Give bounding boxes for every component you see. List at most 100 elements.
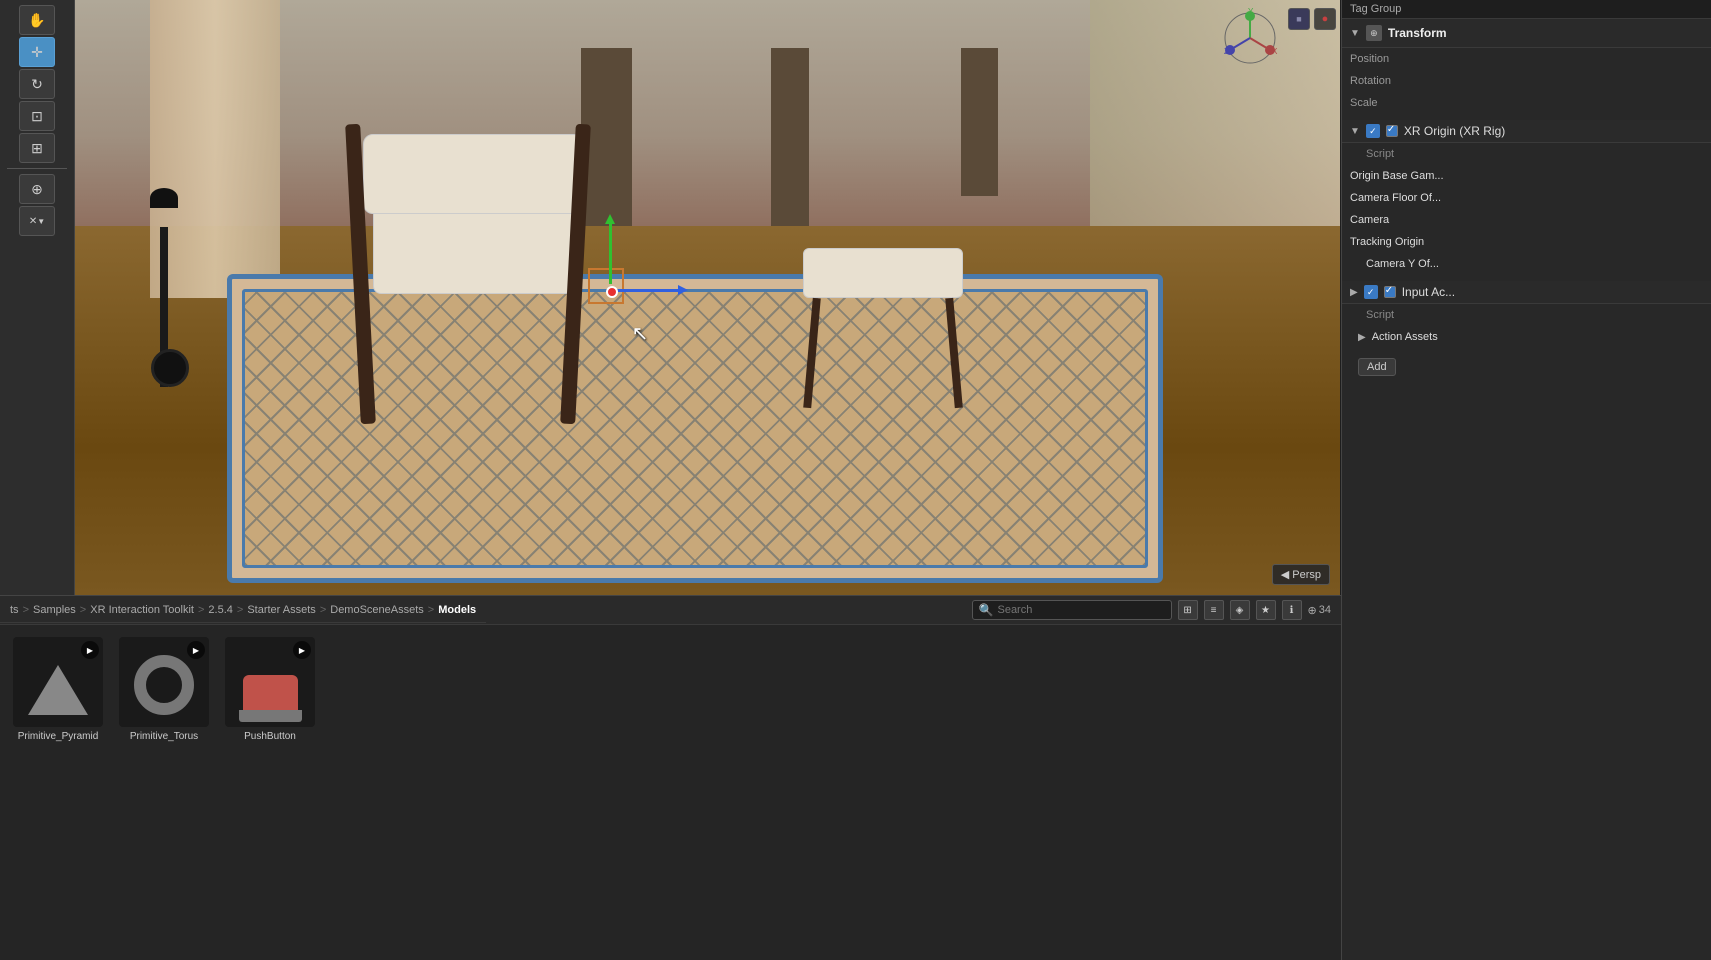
breadcrumb-sep-1: > [23, 604, 29, 616]
svg-text:X: X [1272, 47, 1278, 56]
assets-grid: ▶ Primitive_Pyramid ▶ Primitive_Torus ▶ … [0, 625, 1341, 754]
list-item[interactable]: ▶ Primitive_Pyramid [8, 633, 108, 746]
search-bar[interactable]: 🔍 [972, 600, 1172, 620]
play-btn-torus[interactable]: ▶ [187, 641, 205, 659]
input-ac-checkbox[interactable] [1384, 286, 1396, 298]
input-ac-blue-icon: ✓ [1364, 285, 1378, 299]
beam-right2 [961, 48, 999, 197]
zoom-controls: ⊕ 34 [1308, 604, 1331, 617]
breadcrumb-sep-3: > [198, 604, 204, 616]
xr-origin-expand[interactable] [1350, 126, 1360, 137]
breadcrumb-models[interactable]: Models [438, 604, 476, 616]
globe-tool-button[interactable]: ⊕ [19, 174, 55, 204]
stool-leg1 [804, 298, 822, 408]
search-icon: 🔍 [979, 603, 994, 617]
camera-label: Camera [1350, 214, 1389, 226]
xr-origin-title: XR Origin (XR Rig) [1404, 124, 1505, 138]
origin-base-label: Origin Base Gam... [1350, 170, 1444, 182]
scale-label: Scale [1350, 97, 1430, 109]
camera-y-row: Camera Y Of... [1342, 253, 1711, 275]
selection-box [588, 268, 624, 304]
input-script-label: Script [1350, 307, 1410, 323]
gizmo-y-arrow [605, 214, 615, 224]
globe-icon: ⊕ [31, 181, 43, 198]
breadcrumb-version[interactable]: 2.5.4 [208, 604, 232, 616]
add-component-button[interactable]: Add [1358, 358, 1396, 376]
bottom-toolbar-icons: ⊞ ≡ ◈ ★ ℹ [1178, 600, 1302, 620]
transform-title: Transform [1388, 26, 1447, 40]
rotate-tool-button[interactable]: ↻ [19, 69, 55, 99]
input-ac-expand[interactable] [1350, 287, 1358, 298]
rect-tool-button[interactable]: ⊞ [19, 133, 55, 163]
input-script-row: Script [1342, 304, 1711, 326]
extra-icon: ✕ [29, 216, 37, 227]
camera-floor-row: Camera Floor Of... [1342, 187, 1711, 209]
scene-background: ↖ [75, 0, 1340, 595]
list-item[interactable]: ▶ PushButton [220, 633, 320, 746]
breadcrumb-starter[interactable]: Starter Assets [247, 604, 315, 616]
scale-row: Scale [1342, 92, 1711, 114]
curtain-left [150, 0, 280, 298]
star-button[interactable]: ★ [1256, 600, 1276, 620]
persp-button[interactable]: ◀ Persp [1272, 564, 1330, 585]
stool-leg2 [946, 298, 964, 408]
breadcrumb-sep-6: > [428, 604, 434, 616]
cursor: ↖ [632, 321, 649, 346]
input-ac-header: ✓ Input Ac... [1342, 281, 1711, 304]
extra-tool-button[interactable]: ✕ ▼ [19, 206, 55, 236]
action-assets-expand[interactable] [1358, 332, 1366, 343]
transform-gizmo-container [606, 286, 618, 298]
scene-controls: ■ ● [1288, 8, 1336, 30]
breadcrumb-sep-2: > [80, 604, 86, 616]
search-input[interactable] [997, 604, 1164, 616]
list-view-button[interactable]: ≡ [1204, 600, 1224, 620]
move-icon: ✛ [31, 44, 43, 61]
breadcrumb-demo[interactable]: DemoSceneAssets [330, 604, 424, 616]
hand-icon: ✋ [28, 12, 45, 29]
list-item[interactable]: ▶ Primitive_Torus [114, 633, 214, 746]
play-btn-pyramid[interactable]: ▶ [81, 641, 99, 659]
chair-back-cushion [363, 134, 583, 214]
lamp-head [150, 188, 178, 208]
xr-script-row: Script [1342, 143, 1711, 165]
hand-tool-button[interactable]: ✋ [19, 5, 55, 35]
torus-shape [134, 655, 194, 715]
action-assets-label: Action Assets [1372, 331, 1438, 343]
rect-icon: ⊞ [31, 140, 43, 157]
zoom-label: 34 [1319, 604, 1331, 616]
scale-tool-button[interactable]: ⊡ [19, 101, 55, 131]
input-ac-header-inner: ✓ Input Ac... [1350, 285, 1703, 299]
toolbar-separator [7, 168, 66, 169]
info-button[interactable]: ℹ [1282, 600, 1302, 620]
position-row: Position [1342, 48, 1711, 70]
transform-expand-arrow[interactable] [1350, 28, 1360, 39]
xr-origin-checkbox[interactable] [1386, 125, 1398, 137]
scene-ctrl-2[interactable]: ● [1314, 8, 1336, 30]
camera-y-label: Camera Y Of... [1350, 258, 1439, 270]
position-label: Position [1350, 53, 1430, 65]
xr-origin-header-inner: ✓ XR Origin (XR Rig) [1350, 124, 1703, 138]
persp-label: ◀ Persp [1281, 569, 1321, 581]
main-viewport[interactable]: ↖ Y X Z ■ ● ◀ Persp [75, 0, 1340, 595]
pushbutton-shape [243, 675, 298, 710]
left-toolbar: ✋ ✛ ↻ ⊡ ⊞ ⊕ ✕ ▼ [0, 0, 75, 595]
filter-button[interactable]: ◈ [1230, 600, 1250, 620]
breadcrumb-sep-4: > [237, 604, 243, 616]
move-tool-button[interactable]: ✛ [19, 37, 55, 67]
breadcrumb-samples[interactable]: Samples [33, 604, 76, 616]
scale-icon: ⊡ [31, 108, 43, 125]
asset-thumb-pushbutton: ▶ [225, 637, 315, 727]
play-btn-pushbutton[interactable]: ▶ [293, 641, 311, 659]
asset-thumb-torus: ▶ [119, 637, 209, 727]
right-panel: Tag Group ⊕ Transform Position Rotation … [1341, 0, 1711, 960]
scene-ctrl-1[interactable]: ■ [1288, 8, 1310, 30]
origin-base-row: Origin Base Gam... [1342, 165, 1711, 187]
grid-view-button[interactable]: ⊞ [1178, 600, 1198, 620]
breadcrumb-xr[interactable]: XR Interaction Toolkit [90, 604, 194, 616]
breadcrumb-ts[interactable]: ts [10, 604, 19, 616]
xr-origin-header: ✓ XR Origin (XR Rig) [1342, 120, 1711, 143]
transform-icon: ⊕ [1366, 25, 1382, 41]
tracking-origin-row: Tracking Origin [1342, 231, 1711, 253]
xr-script-label: Script [1350, 146, 1410, 162]
gizmo-y-axis [609, 224, 612, 284]
